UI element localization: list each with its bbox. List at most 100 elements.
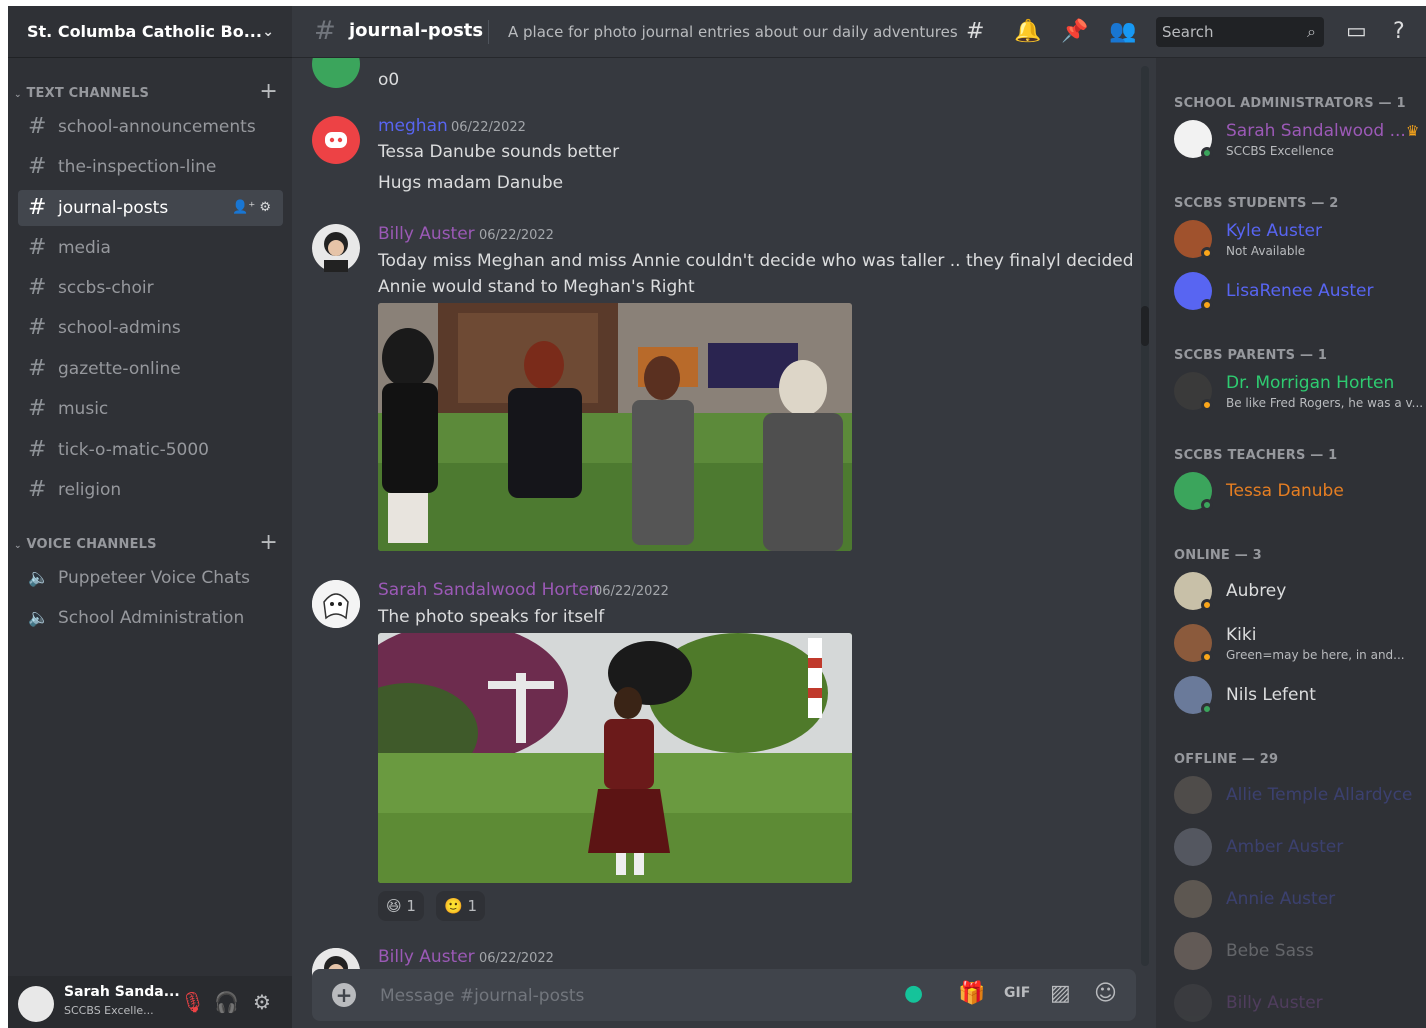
inbox-icon[interactable]: ▭ — [1346, 19, 1367, 44]
channel-sidebar: St. Columba Catholic Bo... ⌄ ⌄ TEXT CHAN… — [8, 6, 292, 1028]
member-item[interactable]: Bebe Sass — [1174, 932, 1424, 974]
message-author[interactable]: meghan — [378, 116, 448, 136]
channel-topic[interactable]: A place for photo journal entries about … — [508, 23, 958, 41]
message-text: The photo speaks for itself — [378, 607, 605, 627]
category-voice-channels[interactable]: ⌄ VOICE CHANNELS + — [14, 532, 282, 555]
avatar — [1174, 984, 1212, 1022]
member-item[interactable]: Nils Lefent — [1174, 676, 1424, 718]
member-item[interactable]: Tessa Danube — [1174, 472, 1424, 514]
channel-school-admins[interactable]: # school-admins — [18, 310, 283, 346]
status-idle-icon — [1201, 651, 1213, 663]
channel-label: School Administration — [58, 608, 245, 628]
hash-icon: # — [28, 356, 47, 381]
member-name: Billy Auster — [1226, 993, 1323, 1013]
channel-header: # journal-posts A place for photo journa… — [292, 6, 1426, 58]
message-text: Annie would stand to Meghan's Right — [378, 277, 695, 297]
threads-icon[interactable]: # — [966, 19, 984, 44]
status-idle-icon — [1201, 247, 1213, 259]
channel-label: media — [58, 238, 111, 258]
gear-icon[interactable]: ⚙ — [253, 990, 271, 1014]
category-text-channels[interactable]: ⌄ TEXT CHANNELS + — [14, 81, 282, 104]
voice-channel-school-administration[interactable]: 🔈 School Administration — [18, 600, 283, 636]
category-label: VOICE CHANNELS — [26, 537, 157, 552]
photo-attachment[interactable] — [378, 303, 852, 551]
channel-label: religion — [58, 480, 122, 500]
member-item[interactable]: Sarah Sandalwood ... ♛ SCCBS Excellence — [1174, 120, 1424, 162]
avatar[interactable] — [312, 58, 360, 88]
member-status: Be like Fred Rogers, he was a v... — [1226, 396, 1424, 410]
scrollbar-track[interactable] — [1141, 66, 1149, 966]
user-name[interactable]: Sarah Sanda... — [64, 984, 180, 1000]
channel-label: journal-posts — [58, 198, 169, 218]
avatar[interactable] — [312, 224, 360, 272]
channel-school-announcements[interactable]: # school-announcements — [18, 109, 283, 145]
add-channel-icon[interactable]: + — [259, 532, 278, 554]
member-item[interactable]: Dr. Morrigan Horten Be like Fred Rogers,… — [1174, 372, 1424, 414]
message-text: Hugs madam Danube — [378, 173, 564, 193]
speaker-icon: 🔈 — [28, 568, 50, 588]
member-item[interactable]: Amber Auster — [1174, 828, 1424, 870]
member-name: Nils Lefent — [1226, 685, 1316, 705]
pin-icon[interactable]: 📌 — [1061, 19, 1088, 44]
member-group-header: ONLINE — 3 — [1174, 548, 1262, 563]
invite-icon[interactable]: 👤⁺ — [232, 200, 255, 215]
gift-icon[interactable]: 🎁 — [958, 981, 985, 1006]
member-item[interactable]: Kyle Auster Not Available — [1174, 220, 1424, 262]
gear-icon[interactable]: ⚙ — [259, 200, 271, 215]
member-name: Kyle Auster — [1226, 221, 1322, 241]
avatar[interactable] — [312, 116, 360, 164]
voice-channel-puppeteer[interactable]: 🔈 Puppeteer Voice Chats — [18, 560, 283, 596]
add-attachment-icon[interactable]: + — [332, 983, 356, 1007]
channel-journal-posts[interactable]: # journal-posts 👤⁺ ⚙ — [18, 190, 283, 226]
gif-icon[interactable]: GIF — [1004, 985, 1030, 1001]
scrollbar-thumb[interactable] — [1141, 306, 1149, 346]
member-name: Amber Auster — [1226, 837, 1344, 857]
discord-logo-icon — [325, 132, 347, 148]
channel-label: gazette-online — [58, 359, 181, 379]
message-author[interactable]: Billy Auster — [378, 224, 475, 244]
photo-attachment[interactable] — [378, 633, 852, 883]
member-name: Aubrey — [1226, 581, 1287, 601]
channel-tick-o-matic-5000[interactable]: # tick-o-matic-5000 — [18, 432, 283, 468]
member-item[interactable]: LisaRenee Auster — [1174, 272, 1424, 314]
channel-media[interactable]: # media — [18, 230, 283, 266]
channel-gazette-online[interactable]: # gazette-online — [18, 351, 283, 387]
member-item[interactable]: Aubrey — [1174, 572, 1424, 614]
headphones-icon[interactable]: 🎧 — [214, 990, 239, 1014]
help-icon[interactable]: ? — [1393, 19, 1405, 44]
reaction-smile[interactable]: 🙂 1 — [436, 891, 486, 921]
hash-icon: # — [28, 396, 47, 421]
member-item[interactable]: Annie Auster — [1174, 880, 1424, 922]
chevron-down-icon[interactable]: ⌄ — [262, 6, 274, 58]
avatar[interactable] — [18, 986, 54, 1022]
sticker-icon[interactable]: ▨ — [1050, 981, 1071, 1006]
server-header[interactable]: St. Columba Catholic Bo... ⌄ — [8, 6, 292, 58]
member-list-icon[interactable]: 👥 — [1109, 19, 1136, 44]
message-input[interactable] — [378, 981, 882, 1011]
channel-music[interactable]: # music — [18, 391, 283, 427]
emoji-picker-icon[interactable]: ☺ — [1094, 981, 1117, 1006]
member-item[interactable]: Billy Auster — [1174, 984, 1424, 1026]
avatar[interactable] — [312, 580, 360, 628]
message-author[interactable]: Billy Auster — [378, 947, 475, 967]
server-name: St. Columba Catholic Bo... — [27, 22, 262, 41]
message-timestamp: 06/22/2022 — [451, 120, 526, 135]
bell-icon[interactable]: 🔔 — [1014, 19, 1041, 44]
member-group-header: OFFLINE — 29 — [1174, 752, 1279, 767]
hash-icon: # — [28, 437, 47, 462]
hash-icon: # — [28, 275, 47, 300]
search-input[interactable]: Search ⌕ — [1156, 17, 1324, 47]
message-author[interactable]: Sarah Sandalwood Horten — [378, 580, 600, 600]
reaction-laughing[interactable]: 😆 1 — [378, 891, 424, 921]
member-item[interactable]: Allie Temple Allardyce — [1174, 776, 1424, 818]
message-text: Today miss Meghan and miss Annie couldn'… — [378, 251, 1134, 271]
member-item[interactable]: Kiki Green=may be here, in and... — [1174, 624, 1424, 666]
channel-sccbs-choir[interactable]: # sccbs-choir — [18, 270, 283, 306]
channel-religion[interactable]: # religion — [18, 472, 283, 508]
mute-microphone-icon[interactable]: 🎙 — [180, 990, 205, 1014]
channel-the-inspection-line[interactable]: # the-inspection-line — [18, 149, 283, 185]
channel-label: school-admins — [58, 318, 181, 338]
add-channel-icon[interactable]: + — [259, 81, 278, 103]
member-name: Tessa Danube — [1226, 481, 1344, 501]
grammarly-icon[interactable]: ● — [904, 981, 923, 1006]
